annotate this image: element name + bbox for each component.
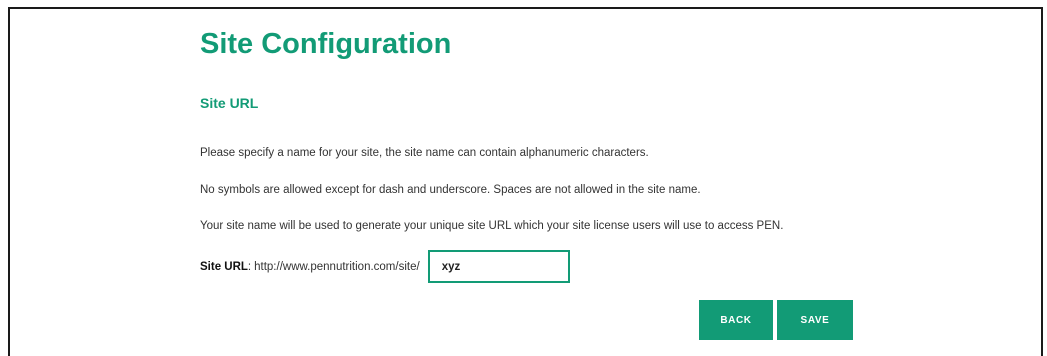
back-button[interactable]: BACK: [699, 300, 773, 340]
page-title: Site Configuration: [200, 28, 452, 60]
site-url-label-separator: :: [247, 260, 252, 273]
instruction-text: Your site name will be used to generate …: [200, 220, 784, 232]
section-title: Site URL: [200, 95, 259, 111]
page-frame: Site Configuration Site URL Please speci…: [8, 7, 1043, 356]
site-url-input[interactable]: [427, 250, 570, 283]
site-url-prefix: http://www.pennutrition.com/site/: [254, 260, 420, 273]
site-url-row: Site URL: http://www.pennutrition.com/si…: [200, 250, 570, 283]
site-url-label: Site URL: [200, 260, 248, 273]
save-button[interactable]: SAVE: [777, 300, 853, 340]
instruction-text: Please specify a name for your site, the…: [200, 147, 649, 159]
instruction-text: No symbols are allowed except for dash a…: [200, 184, 701, 196]
